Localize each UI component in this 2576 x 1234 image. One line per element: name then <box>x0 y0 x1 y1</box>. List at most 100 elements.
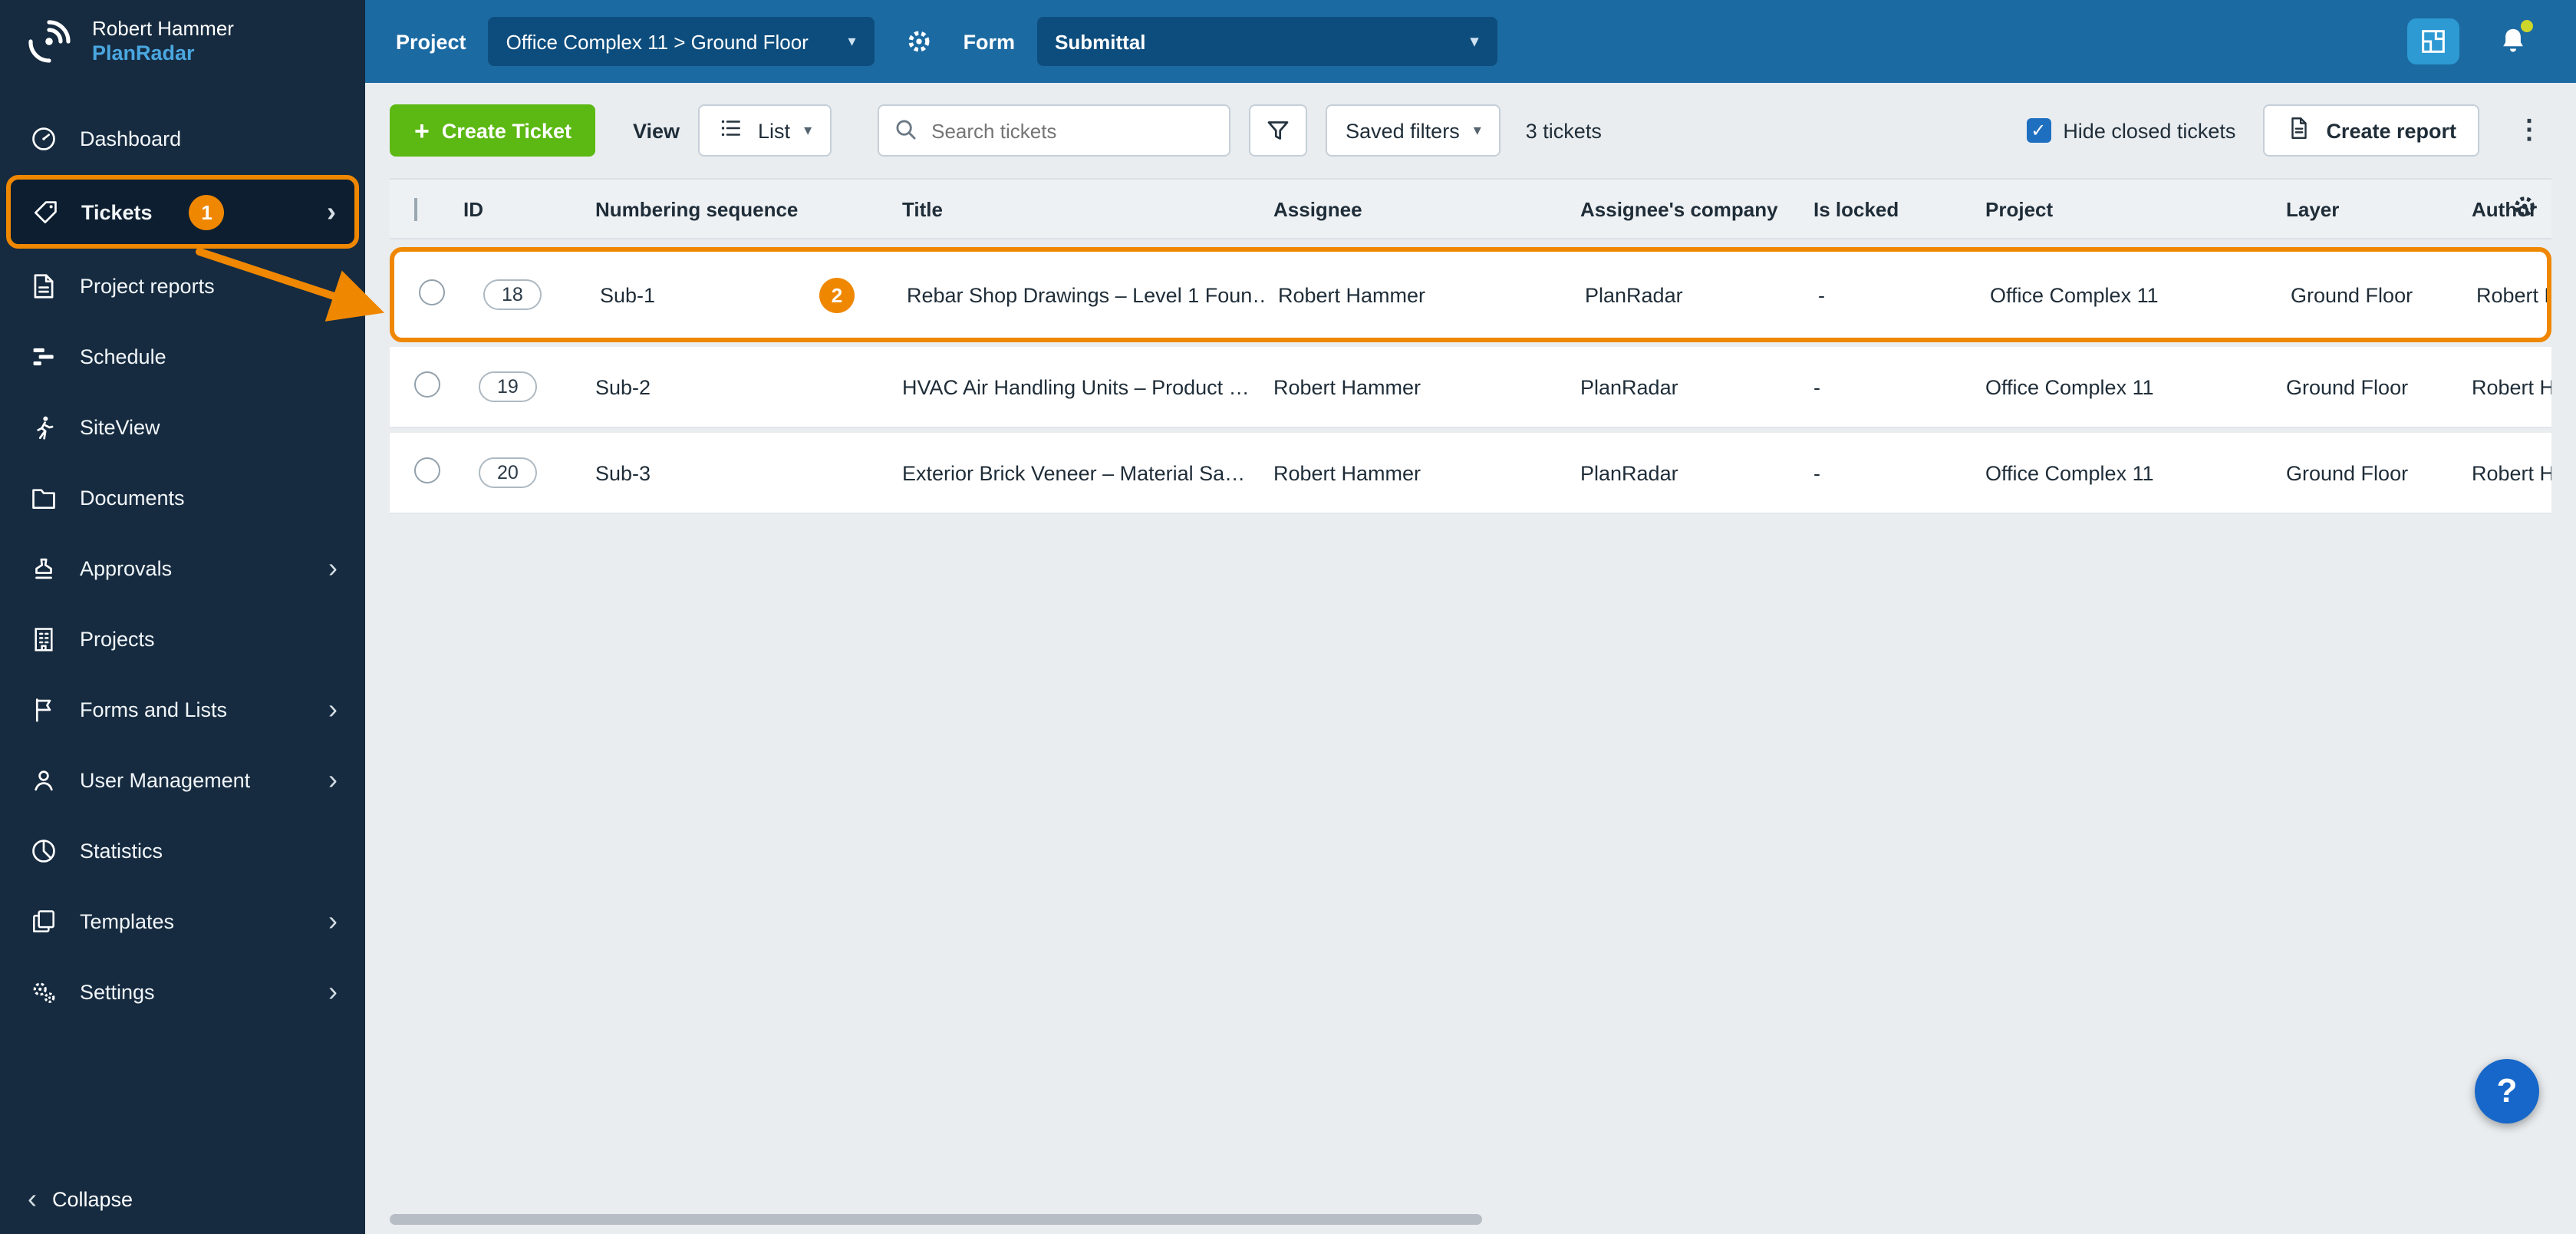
templates-copy-icon <box>28 906 58 936</box>
schedule-icon <box>28 341 58 371</box>
ticket-assignee: Robert Hammer <box>1273 461 1421 484</box>
main-content: + Create Ticket View List ▾ Search ticke… <box>365 83 2576 1234</box>
ticket-id-pill: 18 <box>483 279 542 310</box>
search-input[interactable] <box>878 104 1231 157</box>
ticket-author: Robert Hammer <box>2472 375 2551 398</box>
column-header-numbering-sequence[interactable]: Numbering sequence <box>583 197 890 220</box>
form-label: Form <box>963 30 1016 53</box>
row-checkbox[interactable] <box>414 371 440 398</box>
sidebar-item-project-reports[interactable]: Project reports <box>0 250 365 321</box>
caret-down-icon: ▾ <box>804 122 812 139</box>
sidebar-item-projects[interactable]: Projects <box>0 603 365 674</box>
notifications-bell-icon[interactable] <box>2490 18 2536 64</box>
ticket-company: PlanRadar <box>1585 283 1683 306</box>
project-selector-value: Office Complex 11 > Ground Floor <box>506 30 809 53</box>
chevron-left-icon: ‹ <box>28 1183 37 1214</box>
create-ticket-button[interactable]: + Create Ticket <box>390 104 596 157</box>
project-label: Project <box>396 30 466 53</box>
help-button[interactable]: ? <box>2475 1059 2539 1123</box>
checkbox-checked-icon[interactable]: ✓ <box>2026 118 2051 143</box>
form-selector[interactable]: Submittal ▾ <box>1036 17 1497 66</box>
ticket-is-locked: - <box>1818 283 1825 306</box>
column-header-assignee[interactable]: Assignee <box>1261 197 1568 220</box>
column-header-assignees-company[interactable]: Assignee's company <box>1568 197 1801 220</box>
sidebar-item-settings[interactable]: Settings › <box>0 956 365 1027</box>
column-header-layer[interactable]: Layer <box>2274 197 2459 220</box>
sidebar-item-label: Projects <box>80 627 155 650</box>
tickets-count: 3 tickets <box>1525 119 1602 142</box>
more-options-kebab-icon[interactable]: ⋮ <box>2507 115 2551 146</box>
ticket-row[interactable]: 18 Sub-1 2 Rebar Shop Drawings – Level 1… <box>390 247 2551 342</box>
ticket-project: Office Complex 11 <box>1985 461 2154 484</box>
sidebar-item-forms-and-lists[interactable]: Forms and Lists › <box>0 674 365 744</box>
user-name: Robert Hammer <box>92 17 234 40</box>
project-selector[interactable]: Office Complex 11 > Ground Floor ▾ <box>487 17 875 66</box>
ticket-project: Office Complex 11 <box>1985 375 2154 398</box>
column-header-title[interactable]: Title <box>890 197 1261 220</box>
ticket-numbering: Sub-1 <box>600 283 656 306</box>
collapse-label: Collapse <box>52 1187 133 1210</box>
select-all-checkbox[interactable] <box>414 197 417 220</box>
column-header-id[interactable]: ID <box>451 197 583 220</box>
plan-view-icon[interactable] <box>2407 18 2459 64</box>
forms-flag-icon <box>28 694 58 724</box>
ticket-numbering: Sub-2 <box>595 375 651 398</box>
list-view-icon <box>718 115 744 146</box>
chevron-right-icon: › <box>328 906 338 936</box>
sidebar-item-label: Statistics <box>80 839 163 862</box>
row-checkbox[interactable] <box>414 457 440 483</box>
create-report-button[interactable]: Create report <box>2263 104 2479 157</box>
sidebar-item-label: Settings <box>80 980 155 1003</box>
sidebar-item-label: User Management <box>80 768 251 791</box>
saved-filters-dropdown[interactable]: Saved filters ▾ <box>1326 104 1501 157</box>
ticket-project: Office Complex 11 <box>1990 283 2159 306</box>
horizontal-scrollbar[interactable] <box>390 1214 1482 1225</box>
sidebar-item-label: Documents <box>80 486 185 509</box>
sidebar-item-label: Schedule <box>80 345 166 368</box>
ticket-layer: Ground Floor <box>2286 375 2409 398</box>
sidebar-item-user-management[interactable]: User Management › <box>0 744 365 815</box>
sidebar-collapse-button[interactable]: ‹ Collapse <box>0 1185 365 1213</box>
sidebar-item-templates[interactable]: Templates › <box>0 886 365 956</box>
sidebar-item-label: SiteView <box>80 415 160 438</box>
sidebar: Dashboard Tickets 1 › Project reports Sc… <box>0 83 365 1234</box>
sidebar-item-siteview[interactable]: SiteView <box>0 391 365 462</box>
sidebar-item-tickets[interactable]: Tickets 1 › <box>6 175 359 249</box>
ticket-company: PlanRadar <box>1580 375 1678 398</box>
caret-down-icon: ▾ <box>1473 122 1481 139</box>
sidebar-item-label: Tickets <box>81 200 153 223</box>
sidebar-item-approvals[interactable]: Approvals › <box>0 533 365 603</box>
hide-closed-tickets-label: Hide closed tickets <box>2063 119 2236 142</box>
sidebar-item-dashboard[interactable]: Dashboard <box>0 103 365 173</box>
step-2-badge: 2 <box>819 277 855 312</box>
row-checkbox[interactable] <box>419 279 445 305</box>
chevron-right-icon: › <box>328 553 338 583</box>
brand-block: Robert Hammer PlanRadar <box>0 0 365 83</box>
sidebar-item-statistics[interactable]: Statistics <box>0 815 365 886</box>
view-mode-dropdown[interactable]: List ▾ <box>698 104 832 157</box>
filter-button[interactable] <box>1249 104 1308 157</box>
sidebar-item-documents[interactable]: Documents <box>0 462 365 533</box>
ticket-is-locked: - <box>1813 375 1820 398</box>
view-label: View <box>632 119 680 142</box>
sidebar-item-schedule[interactable]: Schedule <box>0 321 365 391</box>
ticket-title: Rebar Shop Drawings – Level 1 Foun… <box>907 283 1266 306</box>
sidebar-item-label: Dashboard <box>80 127 182 150</box>
ticket-row[interactable]: 19 Sub-2 HVAC Air Handling Units – Produ… <box>390 347 2551 428</box>
ticket-assignee: Robert Hammer <box>1278 283 1426 306</box>
chevron-right-icon: › <box>328 694 338 724</box>
project-settings-gear-icon[interactable] <box>896 18 942 64</box>
column-header-is-locked[interactable]: Is locked <box>1801 197 1973 220</box>
statistics-pie-icon <box>28 835 58 866</box>
ticket-layer: Ground Floor <box>2286 461 2409 484</box>
column-settings-gear-icon[interactable] <box>2510 192 2539 226</box>
table-header-row: ID Numbering sequence Title Assignee Ass… <box>390 178 2551 239</box>
hide-closed-tickets-checkbox-wrap[interactable]: ✓ Hide closed tickets <box>2026 118 2235 143</box>
planradar-logo-icon <box>21 14 77 69</box>
tickets-table: ID Numbering sequence Title Assignee Ass… <box>390 178 2551 514</box>
pdf-report-icon <box>2286 115 2312 146</box>
column-header-project[interactable]: Project <box>1973 197 2274 220</box>
user-block: Robert Hammer PlanRadar <box>92 17 234 66</box>
dashboard-icon <box>28 123 58 153</box>
ticket-row[interactable]: 20 Sub-3 Exterior Brick Veneer – Materia… <box>390 433 2551 514</box>
